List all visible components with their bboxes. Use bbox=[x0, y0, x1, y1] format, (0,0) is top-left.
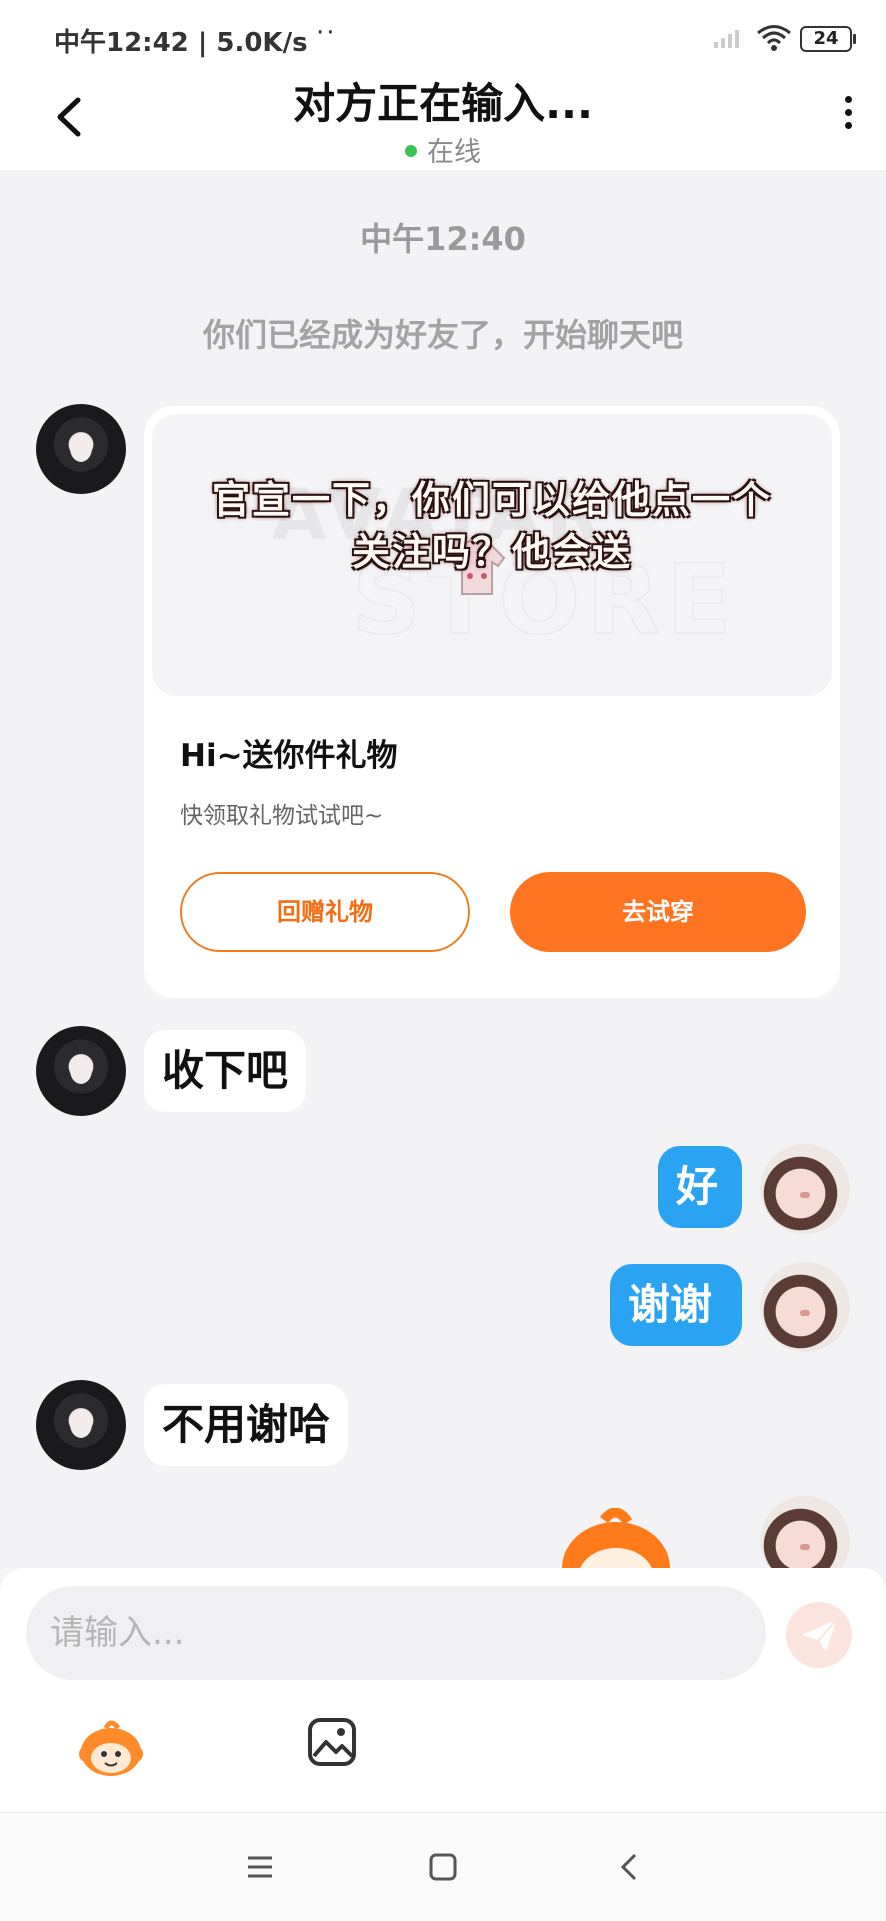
status-icons: 24 bbox=[692, 24, 856, 54]
message-bubble[interactable]: 谢谢 bbox=[610, 1264, 742, 1346]
system-back-button[interactable] bbox=[610, 1847, 650, 1887]
wifi-icon bbox=[757, 25, 791, 51]
signal-icon bbox=[714, 30, 739, 48]
avatar[interactable] bbox=[36, 1026, 126, 1116]
online-status: 在线 bbox=[0, 130, 886, 169]
chat-title: 对方正在输入... bbox=[293, 79, 593, 128]
image-icon bbox=[308, 1718, 356, 1766]
sticker-message[interactable] bbox=[548, 1508, 684, 1568]
emoji-sticker-button[interactable] bbox=[76, 1716, 146, 1780]
monkey-sticker-icon bbox=[562, 1508, 670, 1568]
online-label: 在线 bbox=[427, 137, 481, 168]
menu-button[interactable] bbox=[240, 1847, 280, 1887]
try-on-button[interactable]: 去试穿 bbox=[510, 872, 806, 952]
more-dot-icon bbox=[844, 96, 852, 103]
gift-title: Hi~送你件礼物 bbox=[180, 738, 398, 774]
friend-added-note: 你们已经成为好友了，开始聊天吧 bbox=[202, 316, 683, 354]
message-bubble[interactable]: 好 bbox=[658, 1146, 742, 1228]
caption-line-1: 官宣一下，你们可以给他点一个 bbox=[211, 477, 772, 522]
image-picker-button[interactable] bbox=[306, 1716, 358, 1768]
message-bubble[interactable]: 不用谢哈 bbox=[144, 1384, 349, 1466]
gift-subtitle: 快领取礼物试试吧~ bbox=[180, 803, 384, 829]
chat-timestamp: 中午12:40 bbox=[360, 220, 526, 258]
top-bar: 中午12:42 | 5.0K/s ·· 24 对方正在输入... 在线 bbox=[0, 0, 886, 170]
monkey-emoji-icon bbox=[79, 1720, 143, 1776]
chevron-left-icon bbox=[620, 1853, 637, 1881]
send-button[interactable] bbox=[786, 1602, 852, 1668]
return-gift-button[interactable]: 回赠礼物 bbox=[180, 872, 470, 952]
square-home-icon bbox=[429, 1853, 457, 1881]
battery-icon: 24 bbox=[800, 26, 856, 52]
video-caption-overlay: 官宣一下，你们可以给他点一个 关注吗？他会送 bbox=[152, 474, 832, 578]
message-bubble[interactable]: 收下吧 bbox=[144, 1030, 307, 1112]
status-dots: ·· bbox=[316, 18, 337, 48]
more-dot-icon bbox=[844, 122, 852, 129]
caption-line-2: 关注吗？他会送 bbox=[351, 529, 632, 574]
avatar[interactable] bbox=[760, 1262, 850, 1352]
more-dot-icon bbox=[844, 109, 852, 116]
avatar[interactable] bbox=[760, 1144, 850, 1234]
home-button[interactable] bbox=[423, 1847, 463, 1887]
avatar[interactable] bbox=[36, 404, 126, 494]
message-input[interactable] bbox=[26, 1586, 766, 1680]
status-time-speed: 中午12:42 | 5.0K/s bbox=[54, 28, 308, 58]
gift-card: AVATAR STORE 官宣一下，你们可以给他点一个 关注吗？他会送 Hi~送… bbox=[144, 406, 840, 998]
gift-banner[interactable]: AVATAR STORE 官宣一下，你们可以给他点一个 关注吗？他会送 bbox=[152, 414, 832, 696]
more-options-button[interactable] bbox=[834, 96, 862, 140]
system-nav-bar bbox=[0, 1812, 886, 1921]
online-dot-icon bbox=[405, 144, 417, 157]
avatar[interactable] bbox=[36, 1380, 126, 1470]
menu-icon bbox=[248, 1856, 272, 1878]
composer-panel bbox=[0, 1568, 886, 1812]
send-icon bbox=[802, 1619, 837, 1652]
